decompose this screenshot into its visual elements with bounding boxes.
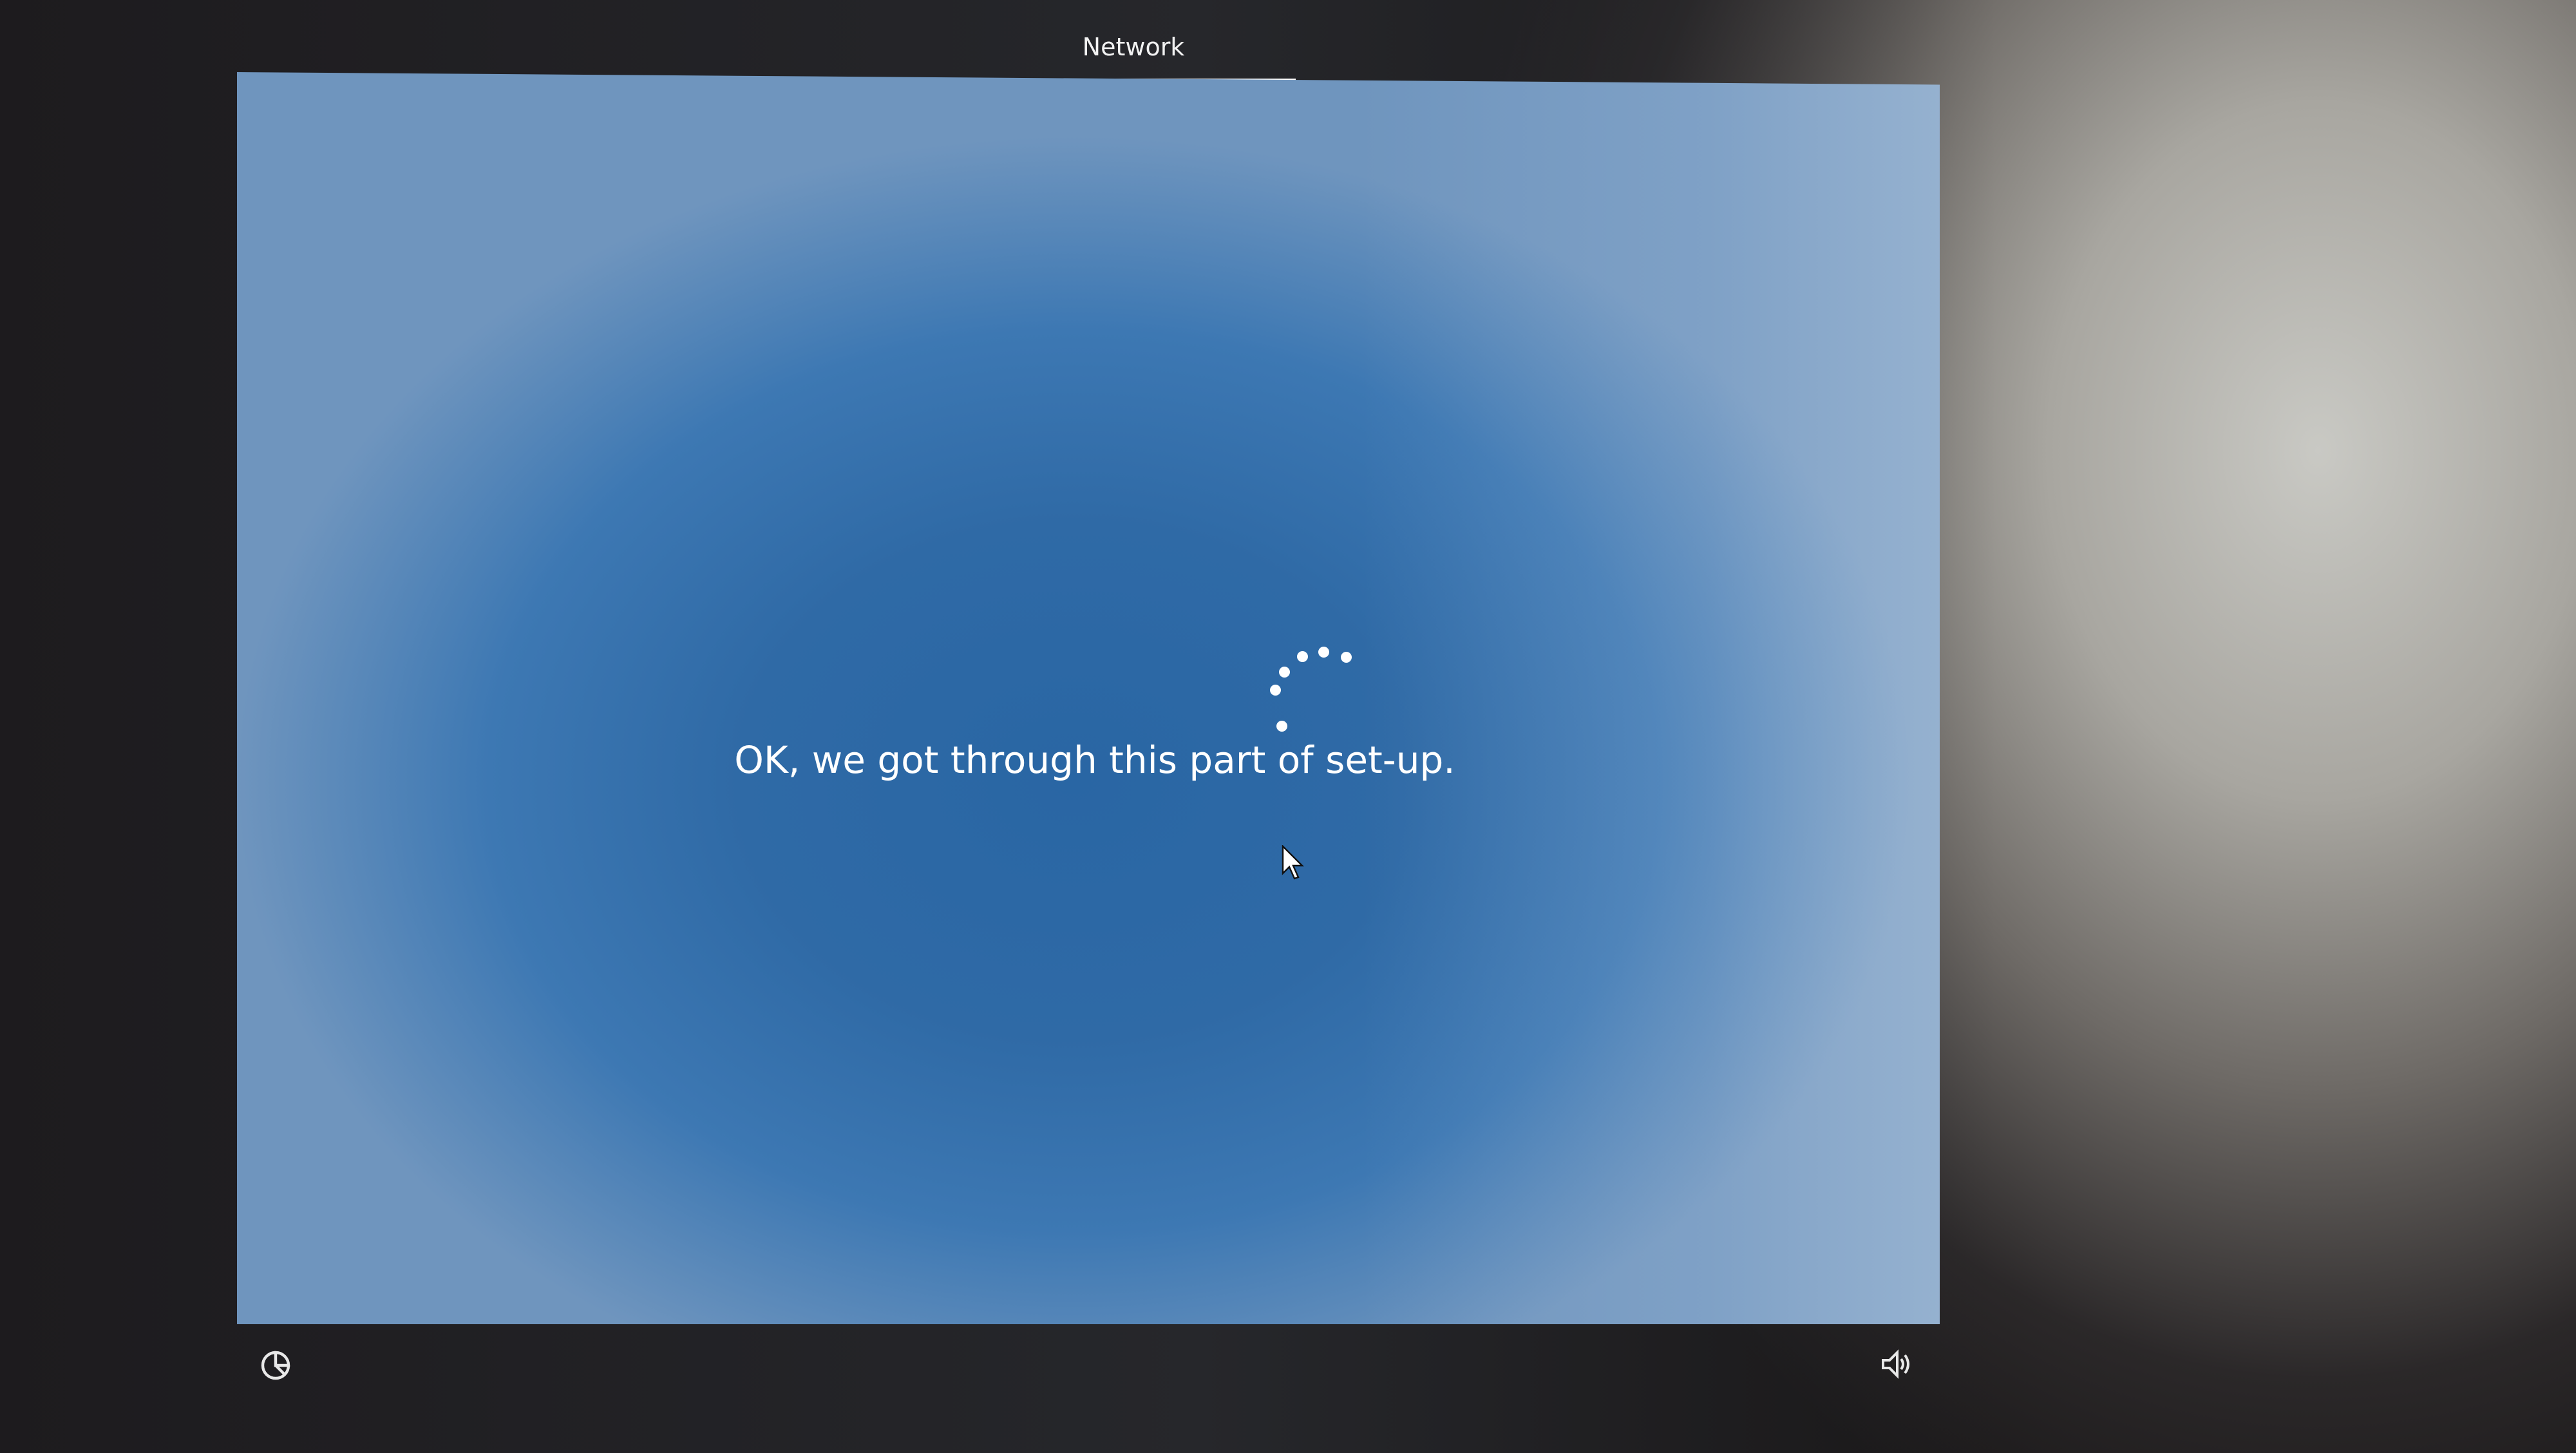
spinner-dot bbox=[1318, 647, 1329, 658]
spinner-dot bbox=[1279, 667, 1290, 678]
spinner-dot bbox=[1297, 651, 1308, 662]
status-message: OK, we got through this part of set-up. bbox=[734, 738, 1455, 782]
spinner-dot bbox=[1341, 652, 1352, 663]
setup-screen bbox=[237, 72, 1940, 1324]
spinner-dot bbox=[1276, 721, 1287, 732]
mouse-cursor-icon bbox=[1282, 845, 1304, 880]
page-title: Network bbox=[1082, 33, 1185, 61]
ease-of-access-icon[interactable] bbox=[258, 1347, 294, 1383]
volume-icon[interactable] bbox=[1878, 1346, 1914, 1382]
screen-glare bbox=[1360, 72, 1940, 1324]
spinner-dot bbox=[1270, 685, 1281, 696]
loading-spinner bbox=[1255, 639, 1358, 742]
